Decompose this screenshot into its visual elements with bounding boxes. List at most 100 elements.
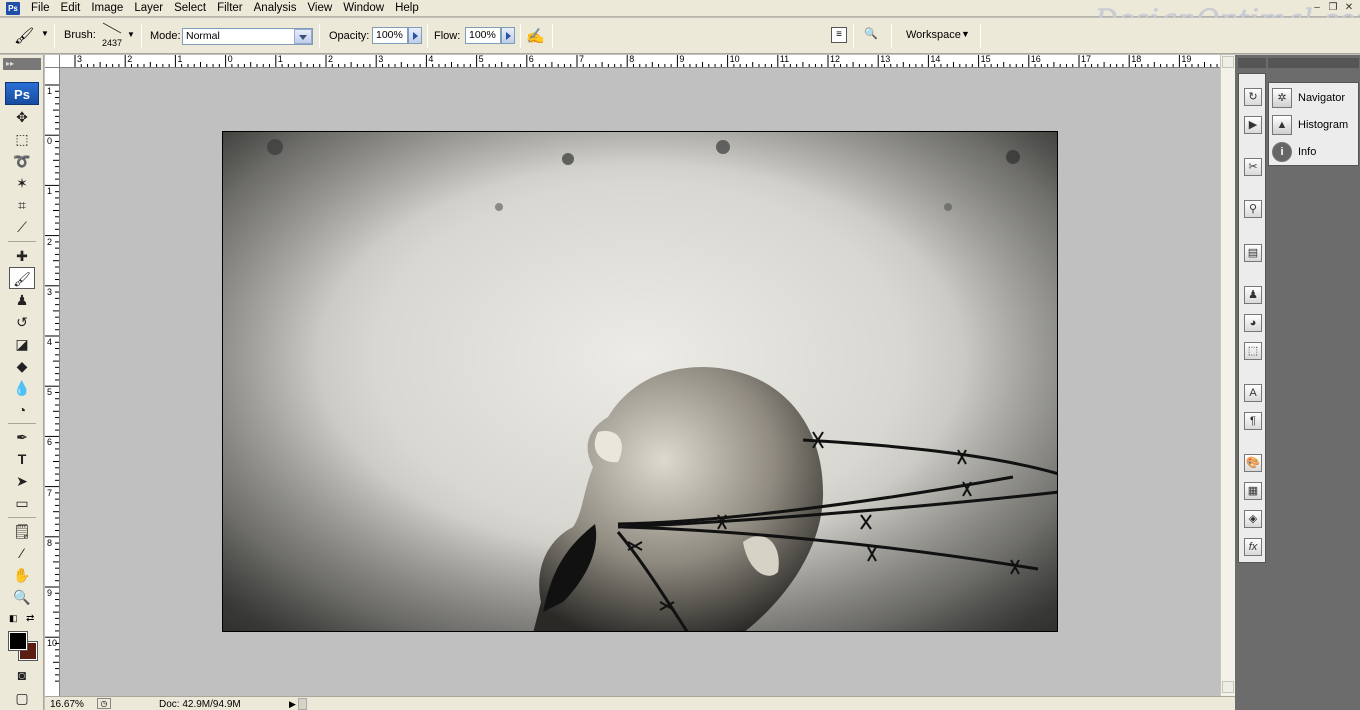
color-panel-icon[interactable]: ◕: [1244, 314, 1262, 332]
icon-dock-header[interactable]: [1238, 58, 1266, 68]
styles-panel-icon[interactable]: 🎨: [1244, 454, 1262, 472]
brush-size-value: 2437: [102, 38, 123, 48]
paint-bucket-icon[interactable]: ◆: [9, 355, 35, 377]
screen-mode-icon[interactable]: ▢: [9, 687, 35, 709]
menu-filter[interactable]: Filter: [212, 0, 249, 17]
ruler-origin[interactable]: [45, 55, 60, 68]
flow-input[interactable]: 100%: [465, 27, 501, 44]
opacity-input[interactable]: 100%: [372, 27, 408, 44]
workspace-button[interactable]: Workspace: [906, 29, 961, 41]
swatches-panel-icon[interactable]: ▦: [1244, 482, 1262, 500]
foreground-color-swatch[interactable]: [8, 631, 28, 651]
layer-comps-icon[interactable]: ▤: [1244, 244, 1262, 262]
path-selection-icon[interactable]: ➤: [9, 470, 35, 492]
clone-source-icon[interactable]: ♟: [1244, 286, 1262, 304]
menu-image[interactable]: Image: [86, 0, 129, 17]
ruler-label: 16: [1030, 55, 1041, 64]
restore-icon[interactable]: ❐: [1326, 2, 1340, 14]
horizontal-scroll-left-icon[interactable]: [298, 698, 307, 710]
clone-stamp-icon[interactable]: ♟: [9, 289, 35, 311]
crop-icon[interactable]: ⌗: [9, 194, 35, 216]
lasso-icon[interactable]: ➰: [9, 150, 35, 172]
ruler-label: 7: [47, 487, 53, 498]
quick-mask-icon[interactable]: ◙: [9, 664, 35, 686]
menu-help[interactable]: Help: [390, 0, 425, 17]
menu-edit[interactable]: Edit: [56, 0, 87, 17]
histogram-label: Histogram: [1298, 119, 1349, 131]
brush-icon[interactable]: 🖌: [9, 267, 35, 289]
default-colors-icon[interactable]: ◧: [9, 613, 18, 624]
pen-icon[interactable]: ✒: [9, 426, 35, 448]
type-icon[interactable]: T: [9, 448, 35, 470]
vertical-scrollbar[interactable]: [1220, 55, 1235, 696]
minimize-icon[interactable]: –: [1310, 2, 1324, 14]
tool-preset-dropdown-icon[interactable]: ▼: [41, 29, 49, 38]
fx-panel-icon[interactable]: fx: [1244, 538, 1262, 556]
tools-panel-header[interactable]: ▸▸: [3, 58, 41, 70]
ruler-label: 10: [47, 638, 58, 649]
airbrush-icon[interactable]: ✍: [526, 27, 545, 45]
panel-dock-header[interactable]: [1268, 58, 1359, 68]
ruler-label: 2: [328, 55, 334, 64]
healing-brush-icon[interactable]: ✚: [9, 245, 35, 267]
panel-group: ✲ Navigator ▲ Histogram i Info: [1268, 82, 1359, 166]
info-tab[interactable]: i Info: [1272, 141, 1316, 163]
marquee-icon[interactable]: ⬚: [9, 128, 35, 150]
status-menu-arrow-icon[interactable]: ▶: [289, 698, 296, 710]
navigator-tab[interactable]: ✲ Navigator: [1272, 87, 1345, 109]
notes-icon[interactable]: 🗒: [9, 520, 35, 542]
blur-icon[interactable]: 💧: [9, 377, 35, 399]
ruler-label: 9: [47, 588, 53, 598]
dodge-icon[interactable]: ◔: [9, 399, 35, 421]
eraser-icon[interactable]: ◪: [9, 333, 35, 355]
vertical-ruler[interactable]: 1 0 1 2 3 4 5 6 7 8 9 10: [45, 68, 60, 696]
brushes-panel-icon[interactable]: ⚲: [1244, 200, 1262, 218]
histogram-tab[interactable]: ▲ Histogram: [1272, 114, 1348, 136]
close-icon[interactable]: ✕: [1342, 2, 1356, 14]
opacity-slider-arrow-icon[interactable]: [408, 27, 422, 44]
mode-label: Mode:: [150, 30, 181, 42]
history-brush-icon[interactable]: ↺: [9, 311, 35, 333]
mode-select[interactable]: Normal: [182, 28, 313, 45]
menu-view[interactable]: View: [302, 0, 338, 17]
brush-stroke-icon[interactable]: [101, 21, 125, 35]
workspace-dropdown-icon[interactable]: ▼: [961, 29, 970, 39]
document-canvas[interactable]: [222, 131, 1058, 632]
palette-well-icon[interactable]: ≡: [831, 27, 847, 43]
ruler-label: 10: [729, 55, 740, 64]
brush-tool-preset-icon[interactable]: 🖌: [14, 26, 34, 46]
magic-wand-icon[interactable]: ✶: [9, 172, 35, 194]
move-icon[interactable]: ✥: [9, 106, 35, 128]
ruler-label: 1: [47, 186, 53, 197]
menu-file[interactable]: File: [26, 0, 56, 17]
brush-dropdown-icon[interactable]: ▼: [127, 30, 135, 39]
scroll-down-icon[interactable]: [1222, 681, 1234, 693]
chevron-down-icon[interactable]: [294, 29, 312, 44]
info-icon: i: [1272, 142, 1292, 162]
shape-icon[interactable]: ▭: [9, 492, 35, 514]
history-panel-icon[interactable]: ↻: [1244, 88, 1262, 106]
zoom-icon[interactable]: 🔍: [9, 586, 35, 608]
layers-panel-icon[interactable]: ◈: [1244, 510, 1262, 528]
menu-window[interactable]: Window: [338, 0, 390, 17]
slice-icon[interactable]: ⟋: [9, 216, 35, 238]
swap-colors-icon[interactable]: ⇄: [26, 613, 34, 624]
transform-panel-icon[interactable]: ⬚: [1244, 342, 1262, 360]
tool-presets-icon[interactable]: ✂: [1244, 158, 1262, 176]
menu-layer[interactable]: Layer: [129, 0, 169, 17]
character-panel-icon[interactable]: A: [1244, 384, 1262, 402]
menu-select[interactable]: Select: [169, 0, 212, 17]
bridge-icon[interactable]: 🔍: [864, 27, 886, 43]
actions-panel-icon[interactable]: ▶: [1244, 116, 1262, 134]
histogram-icon: ▲: [1272, 115, 1292, 135]
horizontal-ruler[interactable]: 3 2 1 0 1 2 3 4 5 6 7 8 9 10 11 12 13 14 15 16 17 18 19: [45, 55, 1220, 68]
eyedropper-icon[interactable]: ⁄: [9, 542, 35, 564]
version-cue-icon[interactable]: ◷: [97, 698, 111, 709]
flow-slider-arrow-icon[interactable]: [501, 27, 515, 44]
paragraph-panel-icon[interactable]: ¶: [1244, 412, 1262, 430]
menu-analysis[interactable]: Analysis: [249, 0, 303, 17]
zoom-level[interactable]: 16.67%: [50, 698, 84, 710]
hand-icon[interactable]: ✋: [9, 564, 35, 586]
ruler-label: 6: [47, 437, 53, 448]
scroll-up-icon[interactable]: [1222, 56, 1234, 68]
